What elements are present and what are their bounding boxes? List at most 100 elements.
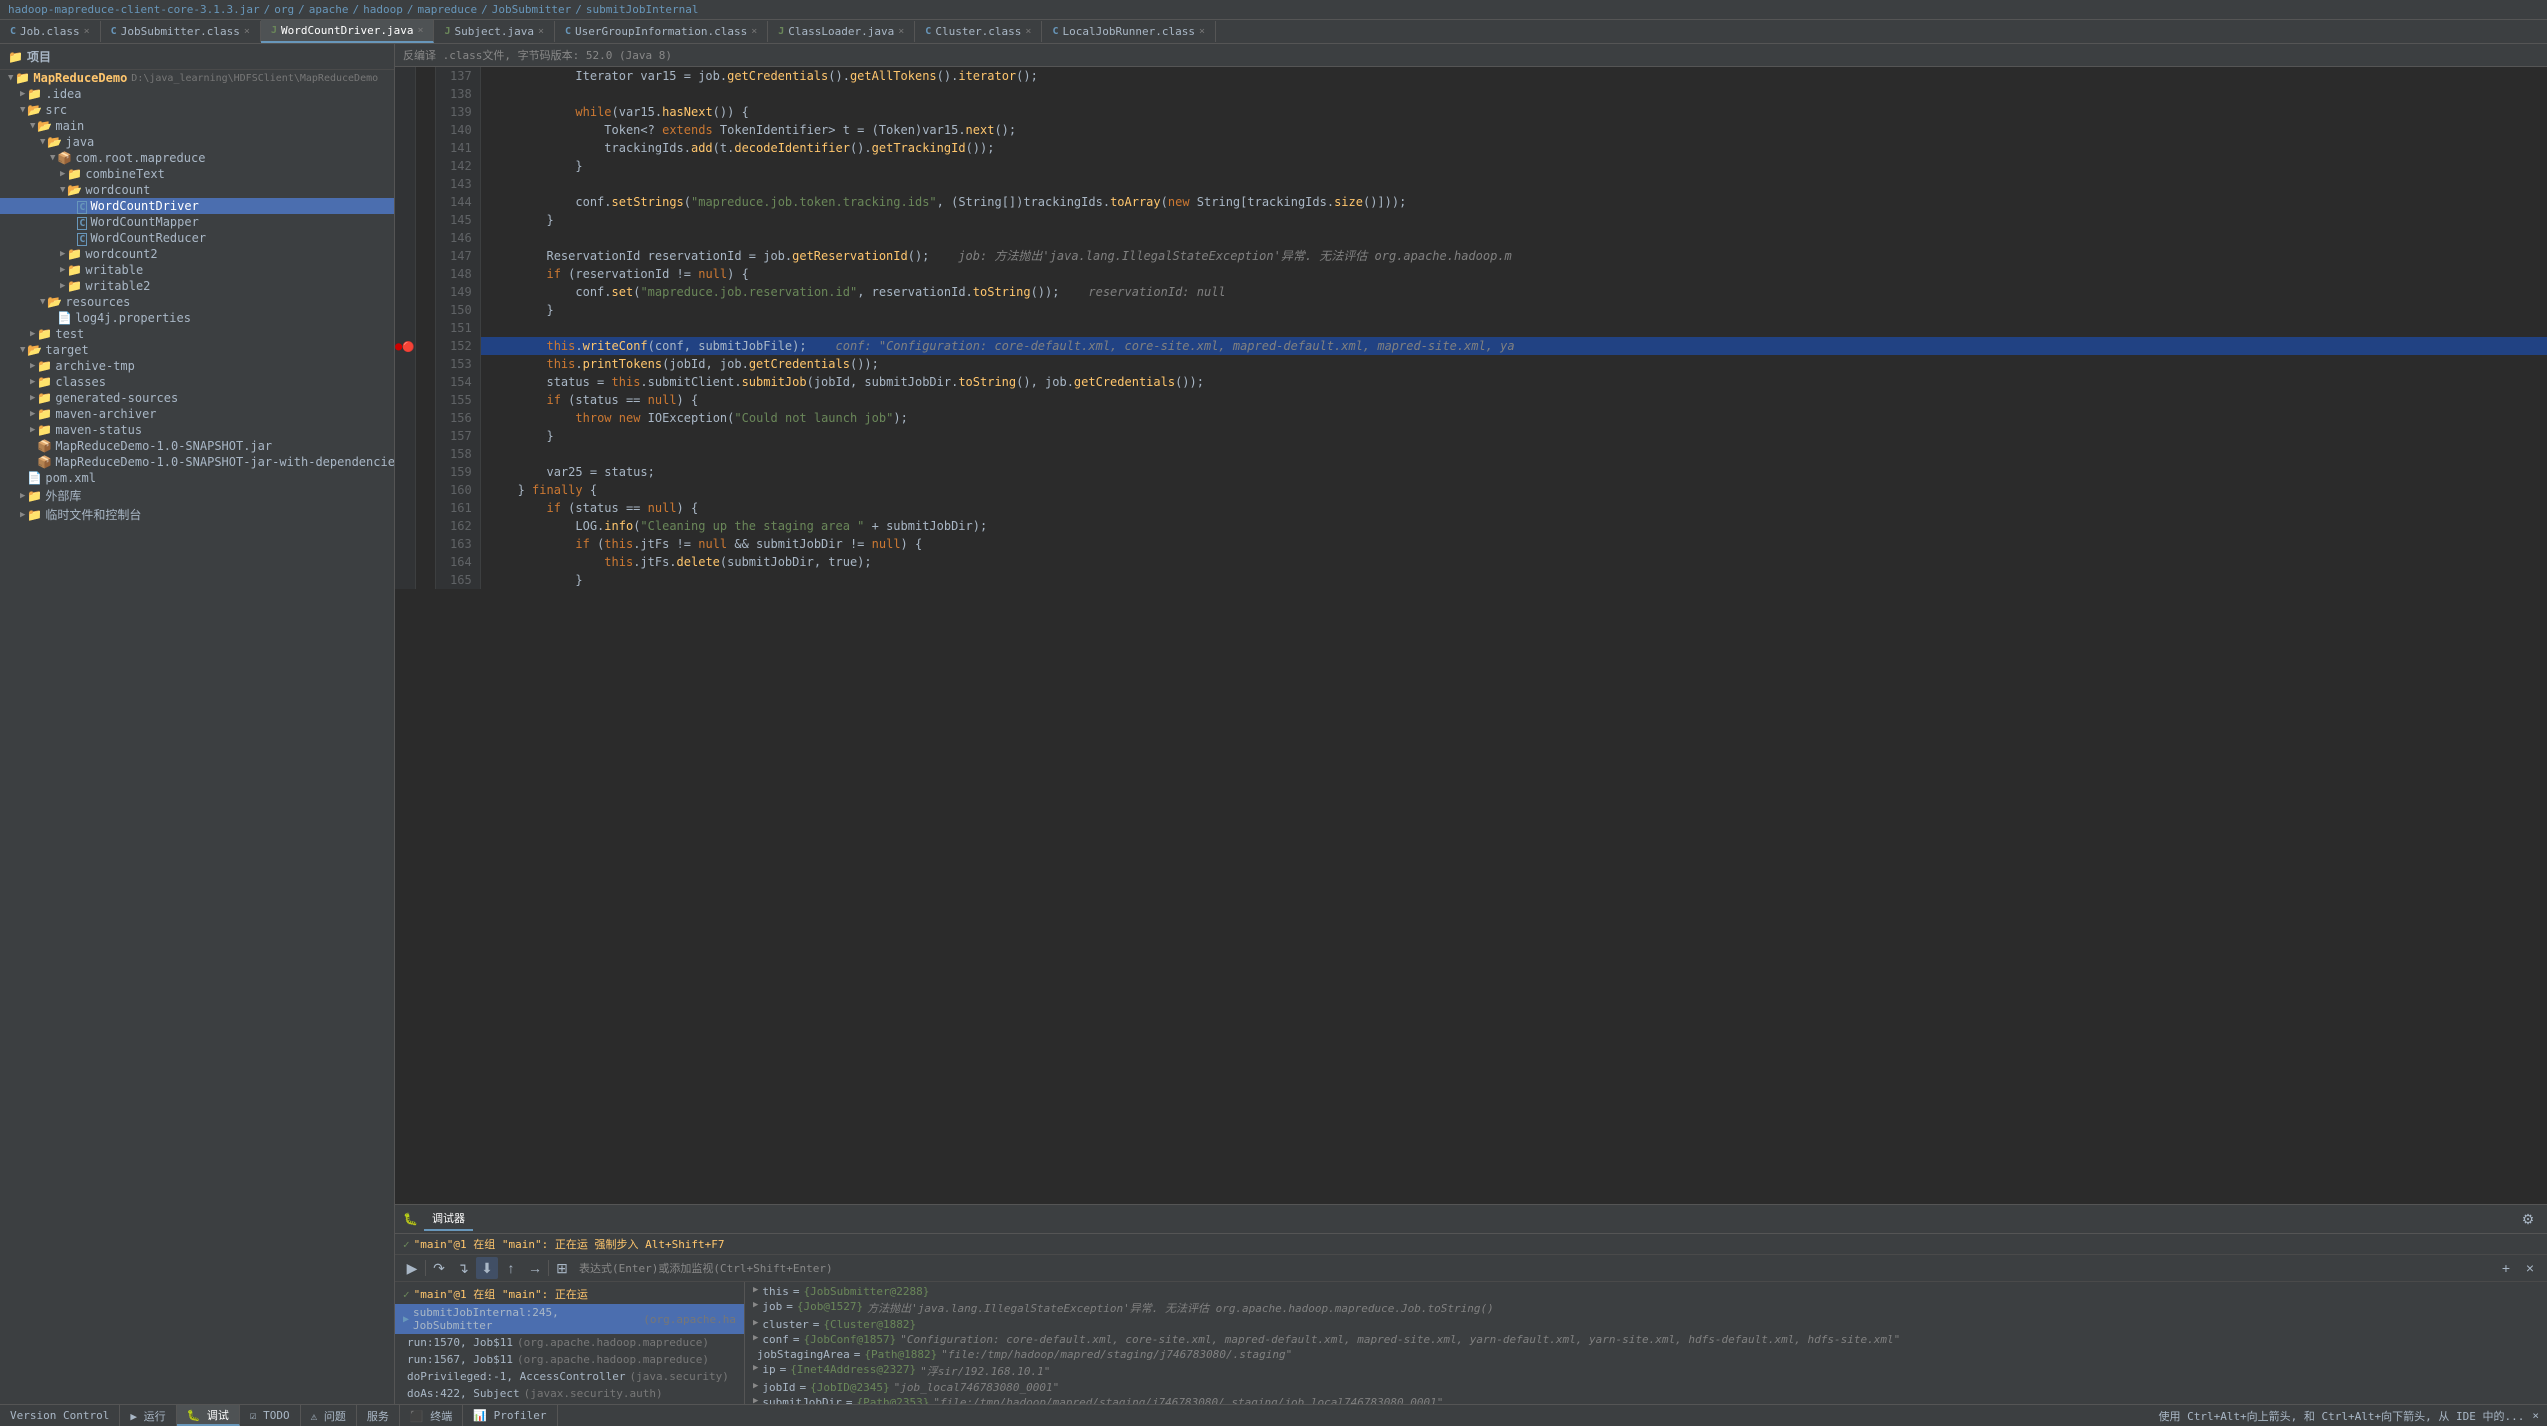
resume-btn[interactable]: ▶ bbox=[401, 1257, 423, 1279]
close-debug-btn[interactable]: × bbox=[2519, 1257, 2541, 1279]
sidebar-item-main[interactable]: ▼📂main bbox=[0, 118, 394, 134]
bottom-tab-services[interactable]: 服务 bbox=[357, 1405, 400, 1426]
sidebar-item-temp-files[interactable]: ▶📁临时文件和控制台 bbox=[0, 505, 394, 524]
run-to-cursor-btn[interactable]: → bbox=[524, 1257, 546, 1279]
line-content-163[interactable]: if (this.jtFs != null && submitJobDir !=… bbox=[480, 535, 2547, 553]
line-content-148[interactable]: if (reservationId != null) { bbox=[480, 265, 2547, 283]
sidebar-item-classes[interactable]: ▶📁classes bbox=[0, 374, 394, 390]
tab-cluster[interactable]: CCluster.class× bbox=[915, 21, 1042, 42]
tab-close-jobsubmitter[interactable]: × bbox=[244, 26, 250, 37]
line-content-151[interactable] bbox=[480, 319, 2547, 337]
line-content-159[interactable]: var25 = status; bbox=[480, 463, 2547, 481]
line-content-158[interactable] bbox=[480, 445, 2547, 463]
breadcrumb-method[interactable]: submitJobInternal bbox=[586, 3, 699, 16]
line-content-164[interactable]: this.jtFs.delete(submitJobDir, true); bbox=[480, 553, 2547, 571]
var-this[interactable]: ▶this = {JobSubmitter@2288} bbox=[745, 1284, 2547, 1299]
sidebar-item-wordcountdriver[interactable]: CWordCountDriver bbox=[0, 198, 394, 214]
frame-f4[interactable]: doPrivileged:-1, AccessController(java.s… bbox=[395, 1368, 744, 1385]
sidebar-item-wordcount[interactable]: ▼📂wordcount bbox=[0, 182, 394, 198]
sidebar-item-combinetext[interactable]: ▶📁combineText bbox=[0, 166, 394, 182]
line-content-138[interactable] bbox=[480, 85, 2547, 103]
sidebar-item-test[interactable]: ▶📁test bbox=[0, 326, 394, 342]
step-over-btn[interactable]: ↷ bbox=[428, 1257, 450, 1279]
sidebar-project-root[interactable]: ▼📁MapReduceDemoD:\java_learning\HDFSClie… bbox=[0, 70, 394, 86]
sidebar-item-com_root[interactable]: ▼📦com.root.mapreduce bbox=[0, 150, 394, 166]
frame-f1[interactable]: ▶submitJobInternal:245, JobSubmitter(org… bbox=[395, 1304, 744, 1334]
sidebar-item-wordcount2[interactable]: ▶📁wordcount2 bbox=[0, 246, 394, 262]
sidebar-item-archive-tmp[interactable]: ▶📁archive-tmp bbox=[0, 358, 394, 374]
sidebar-item-wordcountmapper[interactable]: CWordCountMapper bbox=[0, 214, 394, 230]
sidebar-item-snapshot-jar[interactable]: 📦MapReduceDemo-1.0-SNAPSHOT.jar bbox=[0, 438, 394, 454]
sidebar-item-maven-archiver[interactable]: ▶📁maven-archiver bbox=[0, 406, 394, 422]
line-content-162[interactable]: LOG.info("Cleaning up the staging area "… bbox=[480, 517, 2547, 535]
sidebar-item-snapshot-jar-dep[interactable]: 📦MapReduceDemo-1.0-SNAPSHOT-jar-with-dep… bbox=[0, 454, 394, 470]
line-content-160[interactable]: } finally { bbox=[480, 481, 2547, 499]
line-content-145[interactable]: } bbox=[480, 211, 2547, 229]
breadcrumb-org[interactable]: org bbox=[274, 3, 294, 16]
sidebar-item-log4j[interactable]: 📄log4j.properties bbox=[0, 310, 394, 326]
var-jobId[interactable]: ▶jobId = {JobID@2345} "job_local74678308… bbox=[745, 1380, 2547, 1395]
var-ip[interactable]: ▶ip = {Inet4Address@2327} "浮sir/192.168.… bbox=[745, 1362, 2547, 1380]
tab-jobsubmitter[interactable]: CJobSubmitter.class× bbox=[101, 21, 261, 42]
tab-close-subject[interactable]: × bbox=[538, 26, 544, 37]
var-job[interactable]: ▶job = {Job@1527} 方法抛出'java.lang.Illegal… bbox=[745, 1299, 2547, 1317]
step-into-btn[interactable]: ↴ bbox=[452, 1257, 474, 1279]
tab-usergroupinfo[interactable]: CUserGroupInformation.class× bbox=[555, 21, 768, 42]
tab-close-usergroupinfo[interactable]: × bbox=[751, 26, 757, 37]
breadcrumb-hadoop[interactable]: hadoop bbox=[363, 3, 403, 16]
frame-f3[interactable]: run:1567, Job$11(org.apache.hadoop.mapre… bbox=[395, 1351, 744, 1368]
line-content-150[interactable]: } bbox=[480, 301, 2547, 319]
sidebar-item-resources[interactable]: ▼📂resources bbox=[0, 294, 394, 310]
tab-close-wordcountdriver[interactable]: × bbox=[417, 25, 423, 36]
bottom-tab-version[interactable]: Version Control bbox=[0, 1405, 120, 1426]
tab-subject[interactable]: JSubject.java× bbox=[434, 21, 555, 42]
sidebar-item-writable[interactable]: ▶📁writable bbox=[0, 262, 394, 278]
tab-close-classloader[interactable]: × bbox=[898, 26, 904, 37]
sidebar-item-writable2[interactable]: ▶📁writable2 bbox=[0, 278, 394, 294]
line-content-140[interactable]: Token<? extends TokenIdentifier> t = (To… bbox=[480, 121, 2547, 139]
bottom-tab-debug[interactable]: 🐛 调试 bbox=[177, 1405, 240, 1426]
sidebar-item-pom[interactable]: 📄pom.xml bbox=[0, 470, 394, 486]
var-conf[interactable]: ▶conf = {JobConf@1857} "Configuration: c… bbox=[745, 1332, 2547, 1347]
tab-close-job[interactable]: × bbox=[84, 26, 90, 37]
status-close[interactable]: × bbox=[2532, 1409, 2539, 1422]
line-content-154[interactable]: status = this.submitClient.submitJob(job… bbox=[480, 373, 2547, 391]
sidebar-item-idea[interactable]: ▶📁.idea bbox=[0, 86, 394, 102]
breadcrumb-mapreduce[interactable]: mapreduce bbox=[418, 3, 478, 16]
line-content-149[interactable]: conf.set("mapreduce.job.reservation.id",… bbox=[480, 283, 2547, 301]
sidebar-item-target[interactable]: ▼📂target bbox=[0, 342, 394, 358]
bottom-tab-todo[interactable]: ☑ TODO bbox=[240, 1405, 301, 1426]
sidebar-item-generated-sources[interactable]: ▶📁generated-sources bbox=[0, 390, 394, 406]
line-content-153[interactable]: this.printTokens(jobId, job.getCredentia… bbox=[480, 355, 2547, 373]
tab-close-cluster[interactable]: × bbox=[1025, 26, 1031, 37]
sidebar-item-java[interactable]: ▼📂java bbox=[0, 134, 394, 150]
line-content-139[interactable]: while(var15.hasNext()) { bbox=[480, 103, 2547, 121]
line-content-144[interactable]: conf.setStrings("mapreduce.job.token.tra… bbox=[480, 193, 2547, 211]
breadcrumb-jobsubmitter[interactable]: JobSubmitter bbox=[492, 3, 571, 16]
line-content-141[interactable]: trackingIds.add(t.decodeIdentifier().get… bbox=[480, 139, 2547, 157]
breadcrumb-jar[interactable]: hadoop-mapreduce-client-core-3.1.3.jar bbox=[8, 3, 260, 16]
line-content-143[interactable] bbox=[480, 175, 2547, 193]
bottom-tab-run[interactable]: ▶ 运行 bbox=[120, 1405, 176, 1426]
tab-classloader[interactable]: JClassLoader.java× bbox=[768, 21, 915, 42]
frame-f5[interactable]: doAs:422, Subject(javax.security.auth) bbox=[395, 1385, 744, 1402]
frame-f2[interactable]: run:1570, Job$11(org.apache.hadoop.mapre… bbox=[395, 1334, 744, 1351]
line-content-155[interactable]: if (status == null) { bbox=[480, 391, 2547, 409]
breadcrumb-apache[interactable]: apache bbox=[309, 3, 349, 16]
line-content-142[interactable]: } bbox=[480, 157, 2547, 175]
line-content-157[interactable]: } bbox=[480, 427, 2547, 445]
line-content-147[interactable]: ReservationId reservationId = job.getRes… bbox=[480, 247, 2547, 265]
force-step-into-btn[interactable]: ⬇ bbox=[476, 1257, 498, 1279]
step-out-btn[interactable]: ↑ bbox=[500, 1257, 522, 1279]
bottom-tab-terminal[interactable]: ⬛ 终端 bbox=[400, 1405, 463, 1426]
evaluate-btn[interactable]: ⊞ bbox=[551, 1257, 573, 1279]
line-content-152[interactable]: this.writeConf(conf, submitJobFile); con… bbox=[480, 337, 2547, 355]
sidebar-item-wordcountreducer[interactable]: CWordCountReducer bbox=[0, 230, 394, 246]
line-content-165[interactable]: } bbox=[480, 571, 2547, 589]
sidebar-item-external-lib[interactable]: ▶📁外部库 bbox=[0, 486, 394, 505]
debug-settings-btn[interactable]: ⚙ bbox=[2517, 1208, 2539, 1230]
line-content-156[interactable]: throw new IOException("Could not launch … bbox=[480, 409, 2547, 427]
tab-wordcountdriver[interactable]: JWordCountDriver.java× bbox=[261, 20, 435, 43]
sidebar-item-src[interactable]: ▼📂src bbox=[0, 102, 394, 118]
line-content-161[interactable]: if (status == null) { bbox=[480, 499, 2547, 517]
